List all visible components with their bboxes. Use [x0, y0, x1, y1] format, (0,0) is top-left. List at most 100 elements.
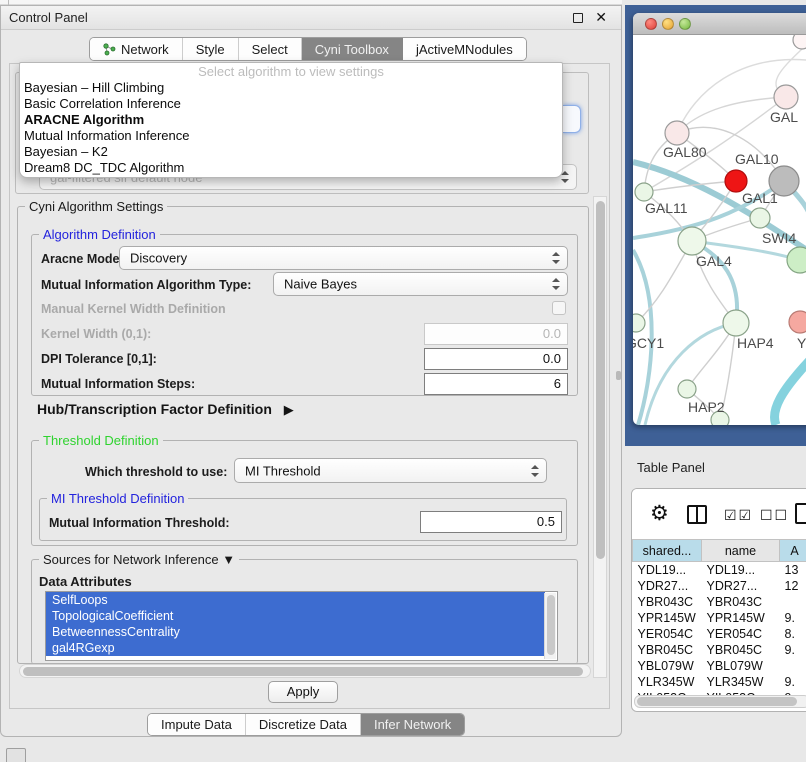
table-row[interactable]: YER054CYER054C8.: [633, 626, 806, 642]
node-gal-cut[interactable]: [774, 85, 798, 109]
dropdown-item[interactable]: Mutual Information Inference: [20, 128, 562, 144]
tab-jactivemnodules[interactable]: jActiveMNodules: [403, 38, 526, 60]
document-icon[interactable]: [795, 503, 806, 524]
settings-horizontal-scrollbar-thumb[interactable]: [23, 667, 583, 676]
mi-threshold-input[interactable]: 0.5: [420, 511, 562, 533]
cell[interactable]: YBR043C: [702, 594, 780, 610]
node[interactable]: [793, 35, 806, 49]
list-item[interactable]: TopologicalCoefficient: [46, 608, 545, 624]
algorithm-combo-focus-edge[interactable]: [563, 105, 581, 133]
tab-discretize-data[interactable]: Discretize Data: [246, 714, 361, 735]
network-graph[interactable]: GAL GAL80 GAL10 GAL1 GAL11 GAL4 SWI4 GCY…: [633, 35, 806, 425]
cell[interactable]: YDR27...: [702, 578, 780, 594]
node-gal80[interactable]: [665, 121, 689, 145]
dropdown-item[interactable]: Bayesian – K2: [20, 144, 562, 160]
table-row[interactable]: YBR045CYBR045C9.: [633, 642, 806, 658]
cell[interactable]: YBL079W: [633, 658, 702, 674]
select-all-checkboxes-icon[interactable]: ☑☑: [724, 507, 753, 524]
settings-horizontal-scrollbar[interactable]: [19, 664, 591, 678]
dropdown-item[interactable]: Basic Correlation Inference: [20, 96, 562, 112]
table-row[interactable]: YDL19...YDL19...13: [633, 562, 806, 578]
cell[interactable]: YPR145W: [702, 610, 780, 626]
deselect-all-checkboxes-icon[interactable]: ☐☐: [760, 507, 789, 524]
mi-steps-input[interactable]: 6: [424, 373, 568, 395]
list-item[interactable]: BetweennessCentrality: [46, 624, 545, 640]
network-window-titlebar[interactable]: [633, 13, 806, 35]
apply-button[interactable]: Apply: [268, 681, 338, 703]
node-gal4[interactable]: [678, 227, 706, 255]
cell[interactable]: YER054C: [702, 626, 780, 642]
gear-icon[interactable]: ⚙: [650, 501, 669, 526]
node-gal1[interactable]: [750, 208, 770, 228]
column-header-name[interactable]: name: [702, 540, 780, 562]
column-header-cut[interactable]: A: [780, 540, 806, 562]
cell[interactable]: YPR145W: [633, 610, 702, 626]
manual-kernel-checkbox[interactable]: [552, 301, 566, 315]
tab-impute-data[interactable]: Impute Data: [148, 714, 246, 735]
cell[interactable]: [780, 594, 806, 610]
cell[interactable]: YDR27...: [633, 578, 702, 594]
columns-icon[interactable]: [687, 505, 707, 524]
tab-style[interactable]: Style: [183, 38, 239, 60]
close-traffic-light-icon[interactable]: [645, 18, 657, 30]
dropdown-item-selected[interactable]: ARACNE Algorithm: [20, 112, 562, 128]
list-scrollbar-thumb[interactable]: [547, 595, 555, 655]
cell[interactable]: 8.: [780, 626, 806, 642]
settings-vertical-scrollbar-thumb[interactable]: [596, 201, 605, 559]
zoom-traffic-light-icon[interactable]: [679, 18, 691, 30]
cell[interactable]: YER054C: [633, 626, 702, 642]
hub-definition-section[interactable]: Hub/Transcription Factor Definition ▶: [37, 401, 294, 418]
table-row[interactable]: YBR043CYBR043C: [633, 594, 806, 610]
dropdown-item[interactable]: Bayesian – Hill Climbing: [20, 80, 562, 96]
close-icon[interactable]: ✕: [595, 9, 607, 26]
column-header-shared[interactable]: shared...: [633, 540, 702, 562]
cell[interactable]: 13: [780, 562, 806, 578]
tab-cyni-toolbox[interactable]: Cyni Toolbox: [302, 38, 403, 60]
node-hap2[interactable]: [678, 380, 696, 398]
node-gal11[interactable]: [635, 183, 653, 201]
splitter-handle[interactable]: [616, 371, 621, 380]
cell[interactable]: YLR345W: [702, 674, 780, 690]
cell[interactable]: YDL19...: [633, 562, 702, 578]
settings-vertical-scrollbar[interactable]: [593, 196, 607, 678]
tab-network[interactable]: Network: [90, 38, 183, 60]
table-horizontal-scrollbar[interactable]: [634, 695, 806, 708]
table-row[interactable]: YLR345WYLR345W9.: [633, 674, 806, 690]
table-row[interactable]: YDR27...YDR27...12: [633, 578, 806, 594]
table-row[interactable]: YPR145WYPR145W9.: [633, 610, 806, 626]
table-horizontal-scrollbar-thumb[interactable]: [637, 697, 797, 706]
node-swi4[interactable]: [787, 247, 806, 273]
cell[interactable]: [780, 658, 806, 674]
collapse-arrow-icon[interactable]: ▼: [222, 552, 235, 567]
node-gcy1[interactable]: [633, 314, 645, 332]
cell[interactable]: YBR045C: [702, 642, 780, 658]
node-y-cut[interactable]: [789, 311, 806, 333]
which-threshold-combo[interactable]: MI Threshold: [234, 458, 547, 483]
cell[interactable]: YBR043C: [633, 594, 702, 610]
kernel-width-input[interactable]: 0.0: [424, 323, 568, 345]
cell[interactable]: 9.: [780, 610, 806, 626]
list-item[interactable]: SelfLoops: [46, 592, 545, 608]
tab-select[interactable]: Select: [239, 38, 302, 60]
cell[interactable]: YLR345W: [633, 674, 702, 690]
cell[interactable]: 9.: [780, 674, 806, 690]
minimize-traffic-light-icon[interactable]: [662, 18, 674, 30]
float-window-icon[interactable]: [573, 13, 583, 23]
dpi-tolerance-input[interactable]: 0.0: [424, 348, 568, 370]
node-hap4[interactable]: [723, 310, 749, 336]
mi-type-combo[interactable]: Naive Bayes: [273, 272, 568, 296]
cell[interactable]: YBL079W: [702, 658, 780, 674]
cell[interactable]: YDL19...: [702, 562, 780, 578]
cell[interactable]: 12: [780, 578, 806, 594]
node-selected-red[interactable]: [725, 170, 747, 192]
tab-infer-network[interactable]: Infer Network: [361, 714, 464, 735]
cell[interactable]: 9.: [780, 642, 806, 658]
aracne-mode-combo[interactable]: Discovery: [119, 246, 568, 270]
collapsed-panel-icon[interactable]: [6, 748, 26, 762]
cell[interactable]: YBR045C: [633, 642, 702, 658]
list-scrollbar[interactable]: [544, 593, 556, 659]
table-row[interactable]: YBL079WYBL079W: [633, 658, 806, 674]
list-item[interactable]: gal4RGexp: [46, 640, 545, 656]
dropdown-item[interactable]: Dream8 DC_TDC Algorithm: [20, 160, 562, 176]
expand-arrow-icon[interactable]: ▶: [284, 402, 294, 418]
